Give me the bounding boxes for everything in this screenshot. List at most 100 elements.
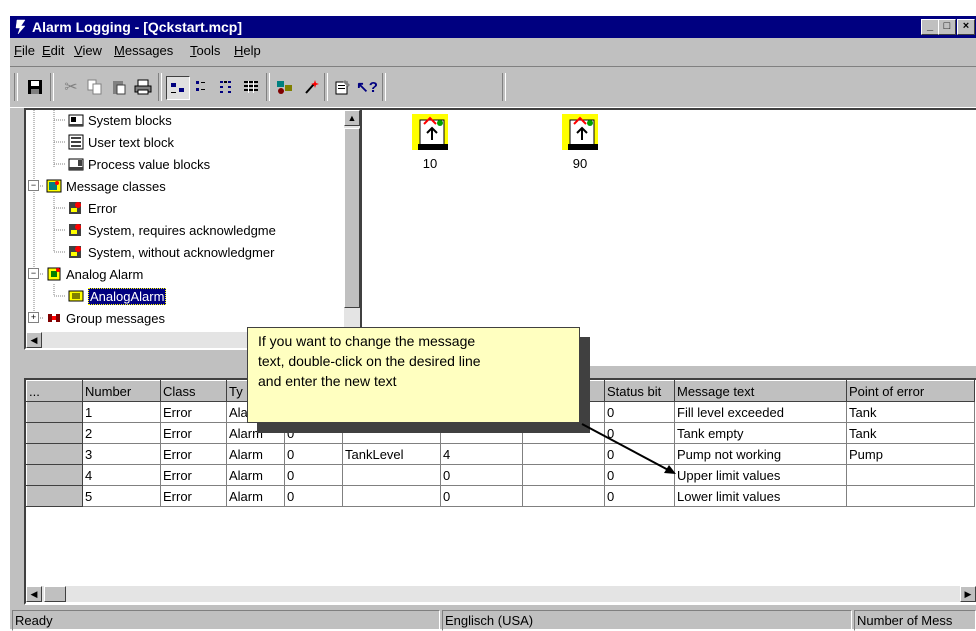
column-header-point-of-error[interactable]: Point of error: [846, 380, 975, 402]
cell[interactable]: 0: [284, 464, 343, 486]
table-row[interactable]: 5 Error Alarm 0 0 0 Lower limit values: [26, 485, 975, 507]
row-header[interactable]: [26, 464, 83, 486]
cell[interactable]: 0: [440, 464, 523, 486]
cell-point-of-error[interactable]: Pump: [846, 443, 975, 465]
tree-item-group-messages[interactable]: Group messages: [46, 308, 165, 328]
scroll-left-button[interactable]: ◀: [26, 332, 42, 348]
tree-item-process-value-blocks[interactable]: Process value blocks: [68, 154, 210, 174]
cell-number[interactable]: 2: [82, 422, 161, 444]
cell-number[interactable]: 5: [82, 485, 161, 507]
row-header[interactable]: [26, 422, 83, 444]
cell-type[interactable]: Alarm: [226, 422, 285, 444]
cell-message-text[interactable]: Lower limit values: [674, 485, 847, 507]
expand-group-messages-button[interactable]: +: [28, 312, 39, 323]
paste-icon[interactable]: [108, 76, 130, 98]
tree-item-error[interactable]: Error: [68, 198, 117, 218]
title-bar[interactable]: Alarm Logging - [Qckstart.mcp] _ □ ×: [10, 16, 976, 38]
cell-message-text[interactable]: Fill level exceeded: [674, 401, 847, 423]
cell-point-of-error[interactable]: [846, 464, 975, 486]
details-view-icon[interactable]: [240, 76, 262, 98]
cell-point-of-error[interactable]: Tank: [846, 401, 975, 423]
column-header-number[interactable]: Number: [82, 380, 161, 402]
cell-status-bit[interactable]: 0: [604, 485, 675, 507]
cell[interactable]: 4: [440, 443, 523, 465]
collapse-message-classes-button[interactable]: −: [28, 180, 39, 191]
cell-class[interactable]: Error: [160, 443, 227, 465]
maximize-button[interactable]: □: [938, 19, 956, 35]
tree-item-analog-alarm[interactable]: Analog Alarm: [46, 264, 143, 284]
menu-edit[interactable]: Edit: [42, 43, 64, 58]
cell-tag[interactable]: [342, 464, 441, 486]
wizard-icon[interactable]: [274, 76, 296, 98]
cell-message-text[interactable]: Pump not working: [674, 443, 847, 465]
save-icon[interactable]: [24, 76, 46, 98]
scroll-thumb[interactable]: [44, 586, 66, 602]
tree-view[interactable]: System blocks User text block Process va…: [24, 108, 362, 350]
cell[interactable]: [522, 485, 605, 507]
cell[interactable]: 0: [284, 422, 343, 444]
cell-class[interactable]: Error: [160, 422, 227, 444]
tree-item-system-requires-ack[interactable]: System, requires acknowledgme: [68, 220, 276, 240]
cell-number[interactable]: 3: [82, 443, 161, 465]
cell[interactable]: 0: [284, 443, 343, 465]
large-icons-view-icon[interactable]: [166, 76, 190, 100]
tree-item-system-blocks[interactable]: System blocks: [68, 110, 172, 130]
copy-icon[interactable]: [84, 76, 106, 98]
list-view-icon[interactable]: [216, 76, 238, 98]
table-row[interactable]: 2 Error Alarm 0 0 Tank empty Tank: [26, 422, 975, 444]
menu-file[interactable]: File: [14, 43, 35, 58]
cell-tag[interactable]: [342, 485, 441, 507]
cell[interactable]: [440, 422, 523, 444]
limit-alarm-icon[interactable]: [562, 114, 598, 150]
menu-messages[interactable]: Messages: [114, 43, 173, 58]
scroll-up-button[interactable]: ▲: [344, 110, 360, 126]
column-header-class[interactable]: Class: [160, 380, 227, 402]
scroll-thumb[interactable]: [344, 128, 360, 308]
menu-help[interactable]: Help: [234, 43, 261, 58]
cell-type[interactable]: Alarm: [226, 485, 285, 507]
tree-item-system-without-ack[interactable]: System, without acknowledgmer: [68, 242, 274, 262]
close-button[interactable]: ×: [957, 19, 975, 35]
cell-class[interactable]: Error: [160, 464, 227, 486]
minimize-button[interactable]: _: [921, 19, 939, 35]
properties-icon[interactable]: [332, 76, 354, 98]
cell-number[interactable]: 4: [82, 464, 161, 486]
tree-item-message-classes[interactable]: Message classes: [46, 176, 166, 196]
collapse-analog-alarm-button[interactable]: −: [28, 268, 39, 279]
small-icons-view-icon[interactable]: [192, 76, 214, 98]
cell[interactable]: 0: [440, 485, 523, 507]
tree-item-user-text-block[interactable]: User text block: [68, 132, 174, 152]
row-header[interactable]: [26, 401, 83, 423]
cut-icon[interactable]: ✂: [60, 76, 82, 98]
table-row[interactable]: 3 Error Alarm 0 TankLevel 4 0 Pump not w…: [26, 443, 975, 465]
column-header[interactable]: ...: [26, 380, 83, 402]
cell-message-text[interactable]: Tank empty: [674, 422, 847, 444]
cell-point-of-error[interactable]: [846, 485, 975, 507]
table-row[interactable]: 4 Error Alarm 0 0 0 Upper limit values: [26, 464, 975, 486]
scroll-left-button[interactable]: ◀: [26, 586, 42, 602]
cell-type[interactable]: Alarm: [226, 464, 285, 486]
column-header-status-bit[interactable]: Status bit: [604, 380, 675, 402]
cell[interactable]: 0: [284, 485, 343, 507]
grid-horizontal-scrollbar[interactable]: ◀ ▶: [26, 586, 976, 602]
cell-class[interactable]: Error: [160, 485, 227, 507]
cell-tag[interactable]: [342, 422, 441, 444]
row-header[interactable]: [26, 485, 83, 507]
cell-type[interactable]: Alarm: [226, 443, 285, 465]
row-header[interactable]: [26, 443, 83, 465]
tree-vertical-scrollbar[interactable]: ▲: [344, 110, 360, 330]
magic-wand-icon[interactable]: [300, 76, 322, 98]
limit-alarm-icon[interactable]: [412, 114, 448, 150]
scroll-right-button[interactable]: ▶: [960, 586, 976, 602]
menu-tools[interactable]: Tools: [190, 43, 220, 58]
column-header-message-text[interactable]: Message text: [674, 380, 847, 402]
cell-tag[interactable]: TankLevel: [342, 443, 441, 465]
cell-class[interactable]: Error: [160, 401, 227, 423]
cell-number[interactable]: 1: [82, 401, 161, 423]
tree-item-analogalarm[interactable]: AnalogAlarm: [68, 286, 167, 306]
print-icon[interactable]: [132, 76, 154, 98]
cell-message-text[interactable]: Upper limit values: [674, 464, 847, 486]
menu-view[interactable]: View: [74, 43, 102, 58]
context-help-icon[interactable]: ↖?: [356, 76, 378, 98]
cell-point-of-error[interactable]: Tank: [846, 422, 975, 444]
